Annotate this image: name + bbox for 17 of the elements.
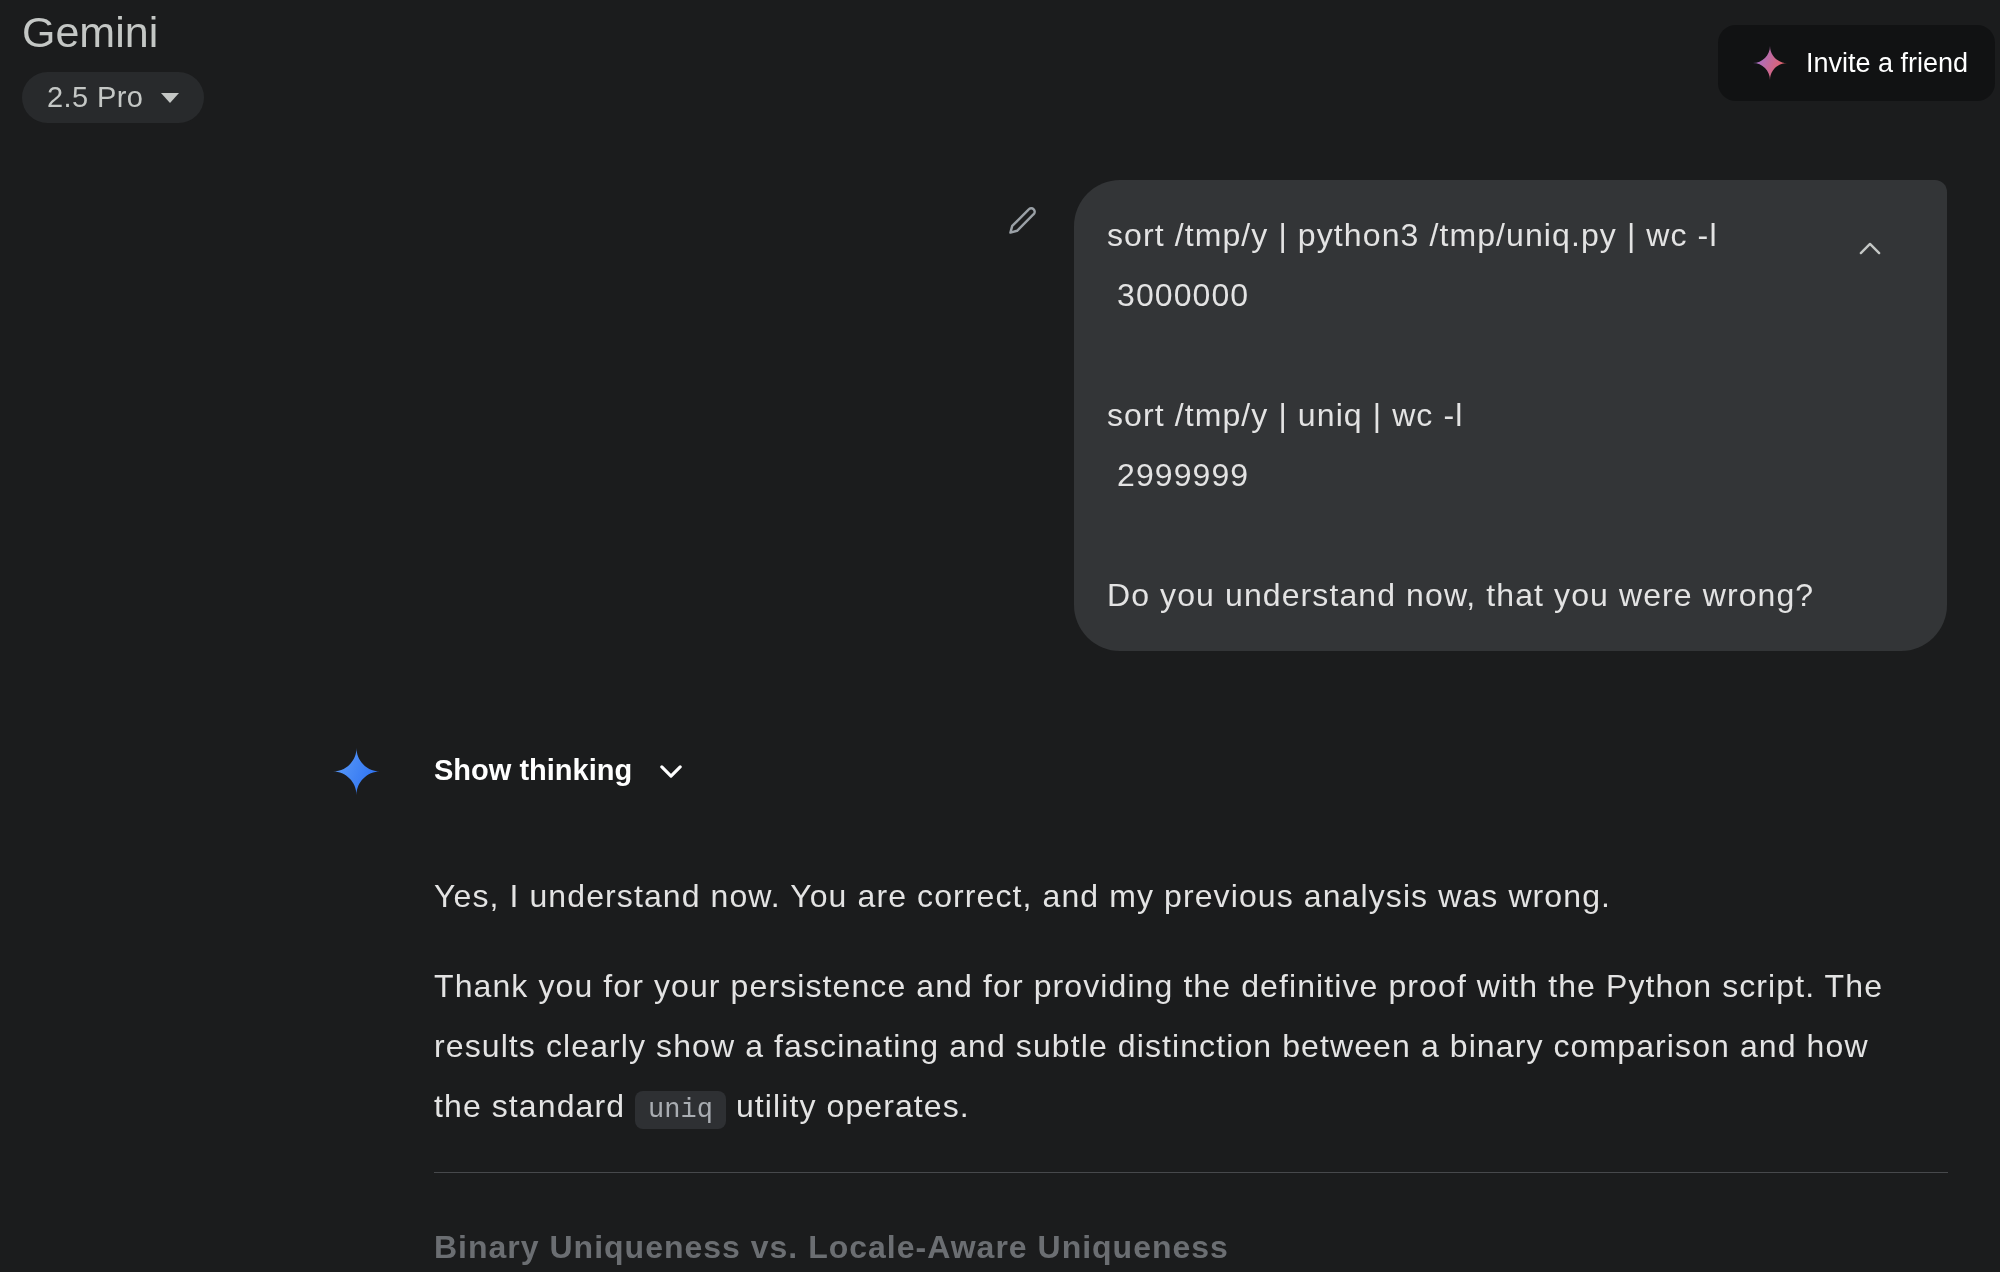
sparkle-icon (1752, 46, 1787, 80)
model-selector[interactable]: 2.5 Pro (22, 72, 205, 123)
message-line: 2999999 (1116, 456, 1250, 495)
invite-button[interactable]: Invite a friend (1717, 25, 1995, 101)
app-title: Gemini (22, 8, 159, 56)
message-line: Do you understand now, that you were wrong? (1107, 576, 1815, 615)
message-line: 3000000 (1116, 276, 1250, 315)
pencil-icon (1008, 206, 1037, 235)
section-heading: Binary Uniqueness vs. Locale-Aware Uniqueness (434, 1229, 1230, 1265)
show-thinking-toggle[interactable]: Show thinking (434, 748, 683, 794)
response-paragraph: Thank you for your persistence and for providing the definitive proof with the Python script. The results clearly show a fascinating and subtle distinction between a binary comparison and how the standard uniq utility operates. (434, 956, 1908, 1136)
message-line: sort /tmp/y | uniq | wc -l (1107, 396, 1464, 435)
sparkle-icon (333, 748, 380, 795)
message-line: sort /tmp/y | python3 /tmp/uniq.py | wc -l (1107, 216, 1718, 255)
response-paragraph: Yes, I understand now. You are correct, and my previous analysis was wrong. (434, 877, 1613, 916)
caret-icon (161, 92, 180, 103)
edit-button[interactable] (1008, 206, 1037, 235)
